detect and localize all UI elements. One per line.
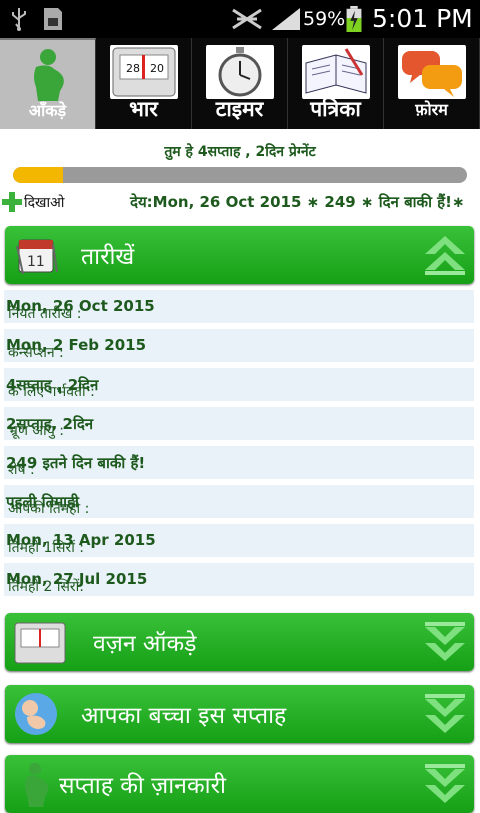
tab-bar: आँकड़े 28 20 भार टाइमर पत्रिका फ़ोरम — [0, 38, 480, 129]
clock: 5:01 PM — [372, 4, 473, 33]
tab-stats[interactable]: आँकड़े — [0, 38, 96, 129]
plus-icon[interactable] — [2, 192, 22, 212]
collapse-arrow-icon[interactable] — [423, 232, 467, 278]
sim-icon — [44, 8, 62, 30]
pregnancy-progress-bar — [13, 167, 467, 183]
pregnant-woman-icon — [34, 49, 64, 101]
dates-section-header[interactable]: 11 तारीखें — [5, 226, 474, 284]
tab-forum[interactable]: फ़ोरम — [384, 38, 480, 129]
chat-bubbles-icon — [402, 51, 462, 97]
date-row-fetal-age: भ्रूण आयु :2सप्ताह, 2दिन — [4, 407, 474, 440]
week-info-section-header[interactable]: सप्ताह की ज़ानकारी — [5, 755, 474, 813]
date-row-due: नियत तारीख : Mon, 26 Oct 2015 — [4, 290, 474, 323]
progress-fill — [13, 167, 63, 183]
section-title: तारीखें — [81, 244, 135, 270]
date-row-trimester: आपकी तिमही : पहली तिमाही — [4, 485, 474, 518]
tab-label: आँकड़े — [28, 101, 67, 120]
tab-label: पत्रिका — [310, 97, 361, 121]
section-title: सप्ताह की ज़ानकारी — [59, 773, 226, 799]
date-row-remaining: शेष :249 इतने दिन बाकी हैं! — [4, 446, 474, 479]
due-date-line: देय:Mon, 26 Oct 2015 ∗ 249 ∗ दिन बाकी है… — [130, 193, 465, 211]
tab-label: टाइमर — [215, 97, 264, 121]
date-row-trimester1-end: तिमही 1सिरों : Mon, 13 Apr 2015 — [4, 524, 474, 557]
usb-icon — [12, 8, 26, 31]
journal-icon — [305, 48, 367, 94]
expand-arrow-icon[interactable] — [423, 761, 467, 807]
tab-journal[interactable]: पत्रिका — [288, 38, 384, 129]
baby-icon — [15, 693, 57, 735]
section-title: वज़न ऑकड़े — [93, 631, 197, 657]
pregnant-woman-icon — [25, 763, 49, 807]
battery-charging-icon — [346, 6, 362, 32]
expand-arrow-icon[interactable] — [423, 691, 467, 737]
expand-arrow-icon[interactable] — [423, 619, 467, 665]
battery-percent: 59% — [303, 8, 346, 30]
show-row: दिखाओ देय:Mon, 26 Oct 2015 ∗ 249 ∗ दिन ब… — [0, 190, 480, 214]
tab-timer[interactable]: टाइमर — [192, 38, 288, 129]
tab-label: भार — [129, 97, 158, 121]
mute-icon — [232, 8, 262, 30]
status-bar: 59% 5:01 PM — [0, 0, 480, 38]
calendar-icon: 11 — [16, 239, 58, 275]
svg-text:11: 11 — [27, 254, 45, 270]
stopwatch-icon — [218, 47, 262, 97]
date-row-pregnant-for: के लिए गर्भवती :4सप्ताह , 2दिन — [4, 368, 474, 401]
svg-text:28: 28 — [126, 62, 140, 75]
date-row-trimester2-end: तिमही 2 सिरों: Mon, 27 Jul 2015 — [4, 563, 474, 596]
pregnancy-status: तुम हे 4सप्ताह , 2दिन प्रेग्नेंट — [164, 144, 316, 160]
show-button[interactable]: दिखाओ — [24, 193, 64, 212]
weighing-scale-icon: 28 20 — [112, 47, 176, 97]
signal-icon — [272, 8, 300, 30]
tab-label: फ़ोरम — [415, 100, 448, 119]
weight-stats-section-header[interactable]: वज़न ऑकड़े — [5, 613, 474, 671]
date-row-conception: कन्सेप्शन : Mon, 2 Feb 2015 — [4, 329, 474, 362]
tab-weight[interactable]: 28 20 भार — [96, 38, 192, 129]
weighing-scale-icon — [14, 622, 66, 664]
svg-text:20: 20 — [150, 62, 164, 75]
baby-this-week-section-header[interactable]: आपका बच्चा इस सप्ताह — [5, 685, 474, 743]
section-title: आपका बच्चा इस सप्ताह — [81, 703, 287, 729]
